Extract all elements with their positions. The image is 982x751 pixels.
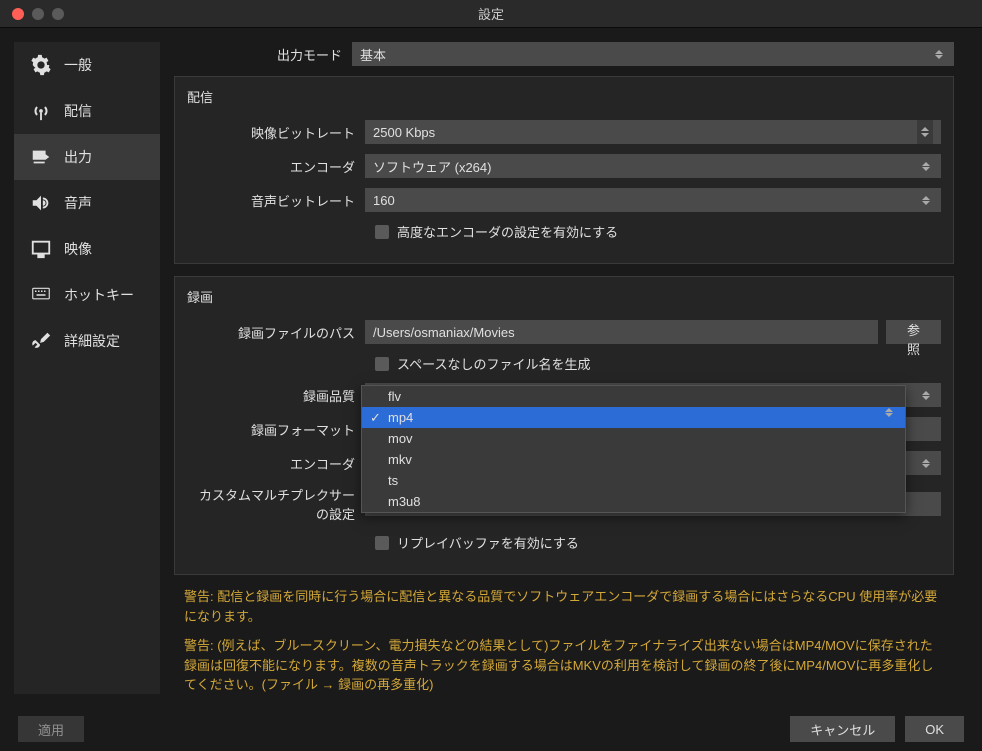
streaming-section: 配信 映像ビットレート 2500 Kbps エンコーダ ソフトウェア (x264… xyxy=(174,76,954,264)
apply-button[interactable]: 適用 xyxy=(18,716,84,742)
sidebar-item-hotkeys[interactable]: ホットキー xyxy=(14,272,160,318)
recording-quality-label: 録画品質 xyxy=(187,386,365,405)
warning-1: 警告: 配信と録画を同時に行う場合に配信と異なる品質でソフトウェアエンコーダで録… xyxy=(174,587,954,626)
close-window-button[interactable] xyxy=(12,8,24,20)
sidebar-item-label: ホットキー xyxy=(64,285,134,305)
no-spaces-label: スペースなしのファイル名を生成 xyxy=(397,354,590,373)
sidebar: 一般 配信 出力 音声 映像 ホットキー 詳細設定 xyxy=(14,42,160,694)
select-arrows-icon xyxy=(885,408,899,417)
output-mode-value: 基本 xyxy=(360,45,386,64)
advanced-encoder-label: 高度なエンコーダの設定を有効にする xyxy=(397,222,618,241)
replay-buffer-label: リプレイバッファを有効にする xyxy=(397,533,579,552)
sidebar-item-label: 音声 xyxy=(64,193,92,213)
sidebar-item-label: 映像 xyxy=(64,239,92,259)
recording-encoder-label: エンコーダ xyxy=(187,454,365,473)
antenna-icon xyxy=(28,100,54,122)
select-arrows-icon xyxy=(919,162,933,171)
recording-path-input[interactable]: /Users/osmaniax/Movies xyxy=(365,320,878,344)
output-mode-select[interactable]: 基本 xyxy=(352,42,954,66)
sidebar-item-label: 配信 xyxy=(64,101,92,121)
minimize-window-button[interactable] xyxy=(32,8,44,20)
keyboard-icon xyxy=(28,284,54,306)
output-mode-row: 出力モード 基本 xyxy=(174,42,954,66)
select-arrows-icon xyxy=(919,391,933,400)
sidebar-item-advanced[interactable]: 詳細設定 xyxy=(14,318,160,364)
recording-path-label: 録画ファイルのパス xyxy=(187,323,365,342)
spinner-arrows-icon xyxy=(917,120,933,144)
recording-path-row: 録画ファイルのパス /Users/osmaniax/Movies 参照 xyxy=(187,320,941,344)
audio-bitrate-value: 160 xyxy=(373,193,395,208)
dropdown-option-mkv[interactable]: mkv xyxy=(362,449,905,470)
window-title: 設定 xyxy=(478,4,504,23)
dropdown-option-mov[interactable]: mov xyxy=(362,428,905,449)
cancel-button[interactable]: キャンセル xyxy=(790,716,895,742)
sidebar-item-video[interactable]: 映像 xyxy=(14,226,160,272)
select-arrows-icon xyxy=(932,50,946,59)
recording-section-title: 録画 xyxy=(187,287,941,306)
monitor-icon xyxy=(28,238,54,260)
sidebar-item-label: 詳細設定 xyxy=(64,331,120,351)
footer: 適用 キャンセル OK xyxy=(0,708,982,750)
format-dropdown: flv mp4 mov mkv ts m3u8 xyxy=(361,385,906,513)
dropdown-option-mp4[interactable]: mp4 xyxy=(362,407,905,428)
dropdown-option-flv[interactable]: flv xyxy=(362,386,905,407)
stream-encoder-label: エンコーダ xyxy=(187,157,365,176)
video-bitrate-row: 映像ビットレート 2500 Kbps xyxy=(187,120,941,144)
stream-encoder-row: エンコーダ ソフトウェア (x264) xyxy=(187,154,941,178)
sidebar-item-output[interactable]: 出力 xyxy=(14,134,160,180)
advanced-encoder-row: 高度なエンコーダの設定を有効にする xyxy=(187,222,941,241)
browse-button[interactable]: 参照 xyxy=(886,320,941,344)
gear-icon xyxy=(28,54,54,76)
sidebar-item-label: 一般 xyxy=(64,55,92,75)
main-container: 一般 配信 出力 音声 映像 ホットキー 詳細設定 出力モード xyxy=(0,28,982,708)
maximize-window-button[interactable] xyxy=(52,8,64,20)
stream-encoder-select[interactable]: ソフトウェア (x264) xyxy=(365,154,941,178)
select-arrows-icon xyxy=(919,196,933,205)
audio-bitrate-row: 音声ビットレート 160 xyxy=(187,188,941,212)
sidebar-item-general[interactable]: 一般 xyxy=(14,42,160,88)
audio-bitrate-select[interactable]: 160 xyxy=(365,188,941,212)
warning-2: 警告: (例えば、ブルースクリーン、電力損失などの結果として)ファイルをファイナ… xyxy=(174,636,954,694)
recording-format-label: 録画フォーマット xyxy=(187,420,365,439)
sidebar-item-label: 出力 xyxy=(64,147,92,167)
sidebar-item-audio[interactable]: 音声 xyxy=(14,180,160,226)
sidebar-item-stream[interactable]: 配信 xyxy=(14,88,160,134)
stream-encoder-value: ソフトウェア (x264) xyxy=(373,157,491,176)
audio-bitrate-label: 音声ビットレート xyxy=(187,191,365,210)
traffic-lights xyxy=(0,8,64,20)
titlebar: 設定 xyxy=(0,0,982,28)
content-area: 出力モード 基本 配信 映像ビットレート 2500 Kbps xyxy=(160,42,968,694)
streaming-section-title: 配信 xyxy=(187,87,941,106)
dropdown-option-m3u8[interactable]: m3u8 xyxy=(362,491,905,512)
advanced-encoder-checkbox[interactable] xyxy=(375,225,389,239)
no-spaces-checkbox[interactable] xyxy=(375,357,389,371)
tools-icon xyxy=(28,330,54,352)
replay-buffer-checkbox[interactable] xyxy=(375,536,389,550)
muxer-label: カスタムマルチプレクサーの設定 xyxy=(187,485,365,523)
select-arrows-icon xyxy=(919,459,933,468)
no-spaces-row: スペースなしのファイル名を生成 xyxy=(187,354,941,373)
video-bitrate-input[interactable]: 2500 Kbps xyxy=(365,120,941,144)
ok-button[interactable]: OK xyxy=(905,716,964,742)
video-bitrate-label: 映像ビットレート xyxy=(187,123,365,142)
replay-buffer-row: リプレイバッファを有効にする xyxy=(187,533,941,552)
dropdown-option-ts[interactable]: ts xyxy=(362,470,905,491)
output-icon xyxy=(28,146,54,168)
video-bitrate-value: 2500 Kbps xyxy=(373,125,435,140)
recording-path-value: /Users/osmaniax/Movies xyxy=(373,325,515,340)
speaker-icon xyxy=(28,192,54,214)
output-mode-label: 出力モード xyxy=(174,45,352,64)
